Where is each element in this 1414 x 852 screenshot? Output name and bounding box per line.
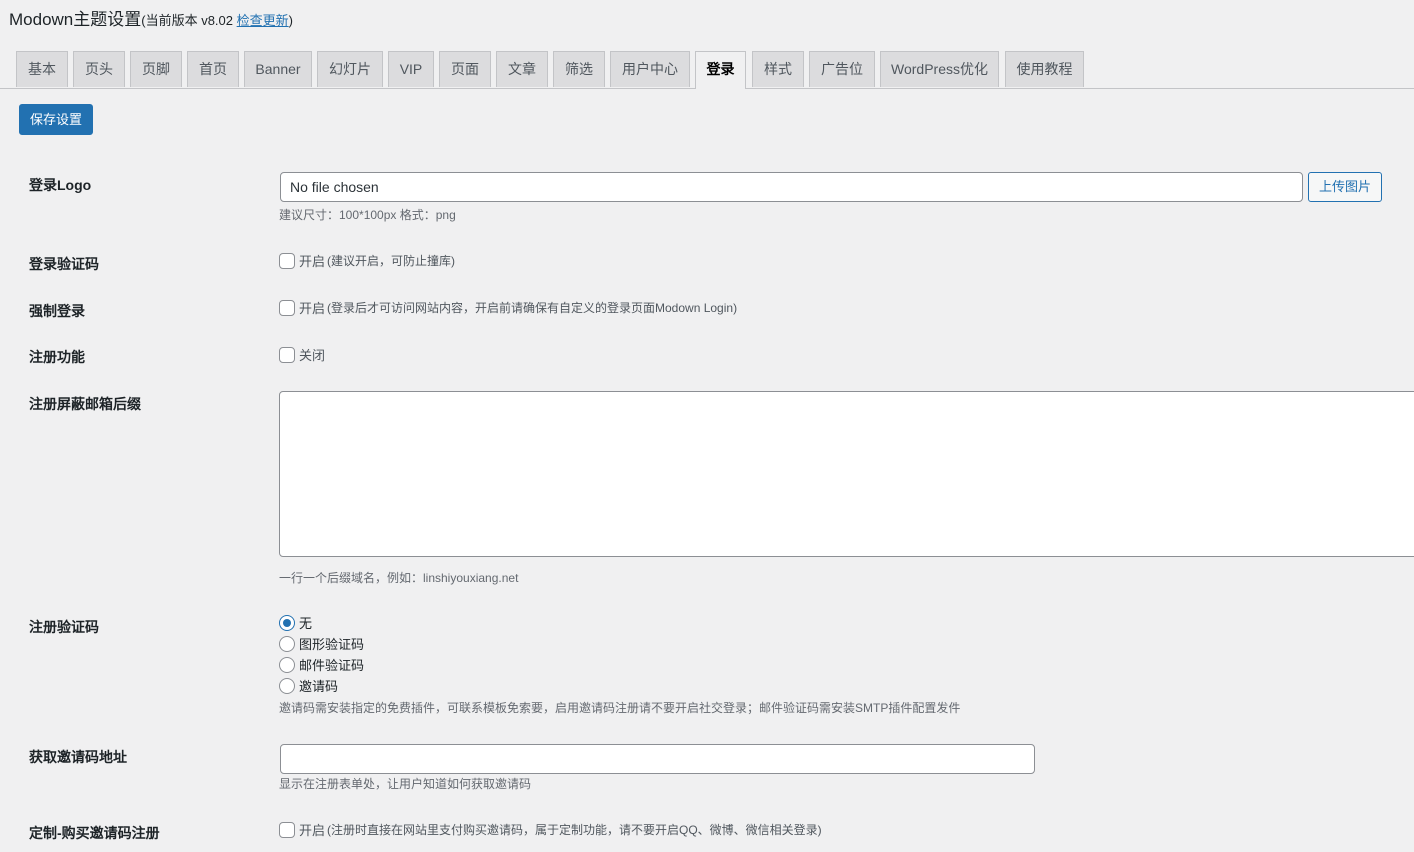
register-captcha-option-none[interactable]: 无 (279, 613, 312, 632)
settings-tabs: 基本 页头 页脚 首页 Banner 幻灯片 VIP 页面 文章 筛选 用户中心… (0, 51, 1414, 89)
login-captcha-option-label: 开启 (299, 254, 326, 269)
radio-invite-code[interactable] (279, 677, 295, 694)
radio-none[interactable] (279, 614, 295, 631)
force-login-option-label: 开启 (299, 301, 326, 316)
force-login-checkbox[interactable] (279, 299, 295, 316)
login-captcha-hint: (建议开启，可防止撞库) (327, 254, 456, 268)
register-captcha-option-image[interactable]: 图形验证码 (279, 634, 364, 653)
register-label: 注册功能 (29, 349, 85, 365)
force-login-hint: (登录后才可访问网站内容，开启前请确保有自定义的登录页面Modown Login… (327, 301, 738, 315)
tab-user-center[interactable]: 用户中心 (610, 51, 690, 87)
blocked-suffix-label: 注册屏蔽邮箱后缀 (29, 396, 141, 412)
version-info: (当前版本 v8.02 检查更新) (141, 13, 293, 28)
radio-image-captcha[interactable] (279, 635, 295, 652)
buy-invite-hint: (注册时直接在网站里支付购买邀请码，属于定制功能，请不要开启QQ、微博、微信相关… (327, 823, 822, 837)
tab-tutorial[interactable]: 使用教程 (1005, 51, 1084, 87)
radio-email-captcha-label: 邮件验证码 (299, 658, 365, 673)
check-update-link[interactable]: 检查更新 (237, 13, 289, 28)
login-captcha-checkbox[interactable] (279, 252, 295, 269)
register-captcha-option-email[interactable]: 邮件验证码 (279, 655, 364, 674)
tab-basic[interactable]: 基本 (16, 51, 68, 87)
tab-slider[interactable]: 幻灯片 (317, 51, 383, 87)
upload-image-button[interactable]: 上传图片 (1308, 172, 1382, 202)
tab-article[interactable]: 文章 (496, 51, 548, 87)
buy-invite-option-label: 开启 (299, 823, 326, 838)
tab-header[interactable]: 页头 (73, 51, 125, 87)
register-captcha-option-invite[interactable]: 邀请码 (279, 676, 338, 695)
version-suffix: ) (288, 13, 293, 28)
register-checkbox[interactable] (279, 346, 295, 363)
tab-footer[interactable]: 页脚 (130, 51, 182, 87)
login-captcha-label: 登录验证码 (29, 256, 99, 272)
buy-invite-label: 定制-购买邀请码注册 (29, 825, 160, 841)
radio-invite-code-label: 邀请码 (299, 679, 339, 694)
invite-url-input[interactable] (280, 744, 1035, 774)
radio-none-label: 无 (299, 616, 313, 631)
buy-invite-option[interactable]: 开启 (注册时直接在网站里支付购买邀请码，属于定制功能，请不要开启QQ、微博、微… (279, 820, 822, 839)
blocked-suffix-textarea[interactable] (279, 391, 1414, 557)
register-captcha-label: 注册验证码 (29, 619, 99, 635)
tab-page[interactable]: 页面 (439, 51, 491, 87)
login-captcha-option[interactable]: 开启 (建议开启，可防止撞库) (279, 251, 455, 270)
tab-style[interactable]: 样式 (752, 51, 804, 87)
force-login-label: 强制登录 (29, 303, 85, 319)
theme-title: Modown主题设置 (9, 10, 142, 29)
tab-wordpress-optimize[interactable]: WordPress优化 (880, 51, 999, 87)
save-button[interactable]: 保存设置 (19, 104, 93, 135)
tab-ads[interactable]: 广告位 (809, 51, 875, 87)
register-option[interactable]: 关闭 (279, 345, 327, 364)
register-option-label: 关闭 (299, 348, 326, 363)
login-logo-desc: 建议尺寸：100*100px 格式：png (279, 208, 456, 222)
invite-url-desc: 显示在注册表单处，让用户知道如何获取邀请码 (279, 777, 532, 791)
login-logo-file-input[interactable]: No file chosen (280, 172, 1303, 202)
tab-home[interactable]: 首页 (187, 51, 239, 87)
version-prefix: (当前版本 v8.02 (141, 13, 237, 28)
blocked-suffix-desc: 一行一个后缀域名，例如：linshiyouxiang.net (279, 571, 519, 585)
tab-banner[interactable]: Banner (244, 51, 312, 87)
radio-email-captcha[interactable] (279, 656, 295, 673)
invite-url-label: 获取邀请码地址 (29, 749, 127, 765)
buy-invite-checkbox[interactable] (279, 821, 295, 838)
login-logo-label: 登录Logo (29, 177, 92, 193)
page-title: Modown主题设置(当前版本 v8.02 检查更新) (9, 5, 293, 30)
tab-login[interactable]: 登录 (695, 51, 746, 89)
register-captcha-desc: 邀请码需安装指定的免费插件，可联系模板免索要，启用邀请码注册请不要开启社交登录；… (279, 701, 961, 715)
force-login-option[interactable]: 开启 (登录后才可访问网站内容，开启前请确保有自定义的登录页面Modown Lo… (279, 298, 737, 317)
tab-vip[interactable]: VIP (388, 51, 434, 87)
tab-filter[interactable]: 筛选 (553, 51, 605, 87)
radio-image-captcha-label: 图形验证码 (299, 637, 365, 652)
